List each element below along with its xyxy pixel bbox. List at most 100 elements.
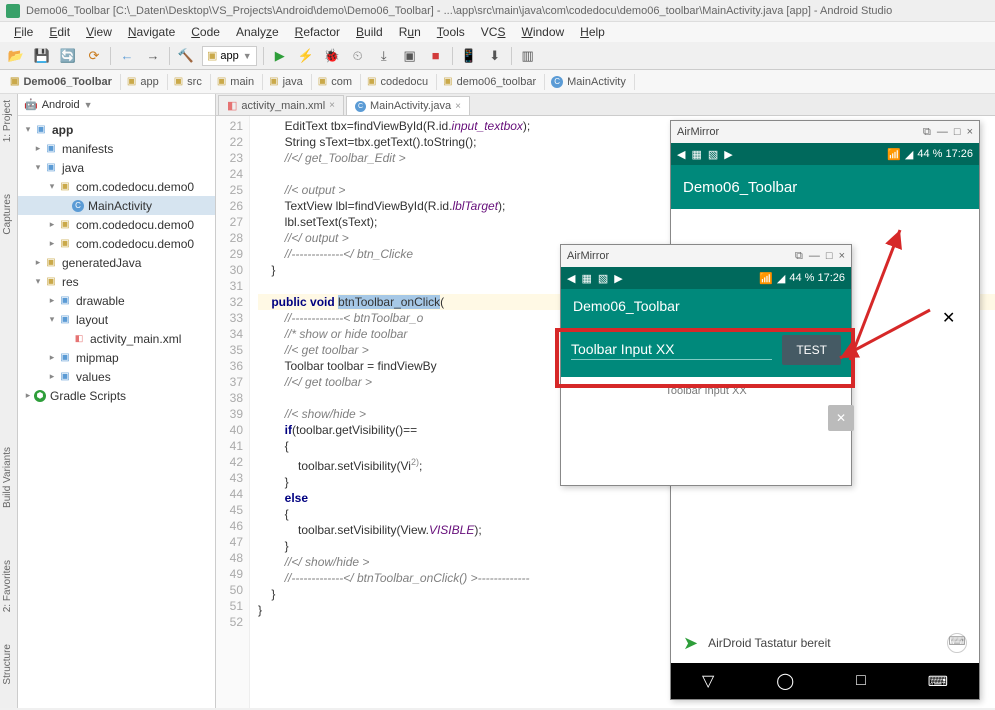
popout-icon[interactable]: ⧉ [923, 126, 931, 139]
run-config-combo[interactable]: ▣ app ▼ [202, 46, 257, 66]
nav-home-icon[interactable]: ◯ [776, 671, 794, 691]
tree-manifests[interactable]: ▸▣manifests [18, 139, 215, 158]
menu-view[interactable]: View [78, 23, 120, 41]
minimize-icon[interactable]: — [809, 250, 820, 263]
coverage-icon[interactable]: ▣ [400, 46, 420, 66]
run-icon[interactable]: ▶ [270, 46, 290, 66]
separator [511, 47, 512, 65]
airdroid-label: AirDroid Tastatur bereit [708, 636, 831, 650]
send-arrow-icon: ➤ [683, 633, 698, 654]
nav-recents-icon[interactable]: □ [856, 672, 866, 690]
save-icon[interactable]: 💾 [32, 46, 52, 66]
folder-icon: ▣ [58, 370, 72, 384]
tool-captures[interactable]: Captures [0, 188, 15, 241]
dropdown-arrow-icon: ▼ [243, 51, 252, 61]
tree-res[interactable]: ▾▣res [18, 272, 215, 291]
emulator-title: AirMirror [677, 126, 719, 138]
separator [169, 47, 170, 65]
emulator-titlebar[interactable]: AirMirror ⧉ — □ × [671, 121, 979, 143]
crumb-src[interactable]: ▣src [168, 74, 211, 90]
close-icon[interactable]: × [329, 100, 335, 111]
refresh-icon[interactable]: ⟳ [84, 46, 104, 66]
tree-gradle[interactable]: ▸⬢Gradle Scripts [18, 386, 215, 405]
play-icon: ▶ [614, 272, 622, 285]
menu-analyze[interactable]: Analyze [228, 23, 287, 41]
close-overlay-icon[interactable]: ✕ [942, 308, 955, 328]
tab-mainactivity[interactable]: CMainActivity.java× [346, 96, 470, 115]
crumb-codedocu[interactable]: ▣codedocu [361, 74, 437, 90]
tree-pkg2[interactable]: ▸▣com.codedocu.demo0 [18, 215, 215, 234]
crumb-class[interactable]: CMainActivity [545, 74, 635, 90]
crumb-main[interactable]: ▣main [211, 74, 263, 90]
menu-edit[interactable]: Edit [41, 23, 78, 41]
menu-help[interactable]: Help [572, 23, 613, 41]
back-icon[interactable]: ← [117, 46, 137, 66]
nav-back-icon[interactable]: ▽ [702, 671, 714, 691]
crumb-pkg[interactable]: ▣demo06_toolbar [437, 74, 545, 90]
tree-pkg1[interactable]: ▾▣com.codedocu.demo0 [18, 177, 215, 196]
layout-inspector-icon[interactable]: ▥ [518, 46, 538, 66]
sdk-manager-icon[interactable]: ⬇ [485, 46, 505, 66]
tab-activity-main[interactable]: ◧activity_main.xml× [218, 95, 344, 115]
tree-mipmap[interactable]: ▸▣mipmap [18, 348, 215, 367]
close-icon[interactable]: × [455, 101, 461, 112]
menu-run[interactable]: Run [391, 23, 429, 41]
emulator-titlebar[interactable]: AirMirror ⧉ — □ × [561, 245, 851, 267]
nav-keyboard-icon[interactable]: ⌨ [928, 673, 948, 690]
maximize-icon[interactable]: □ [826, 250, 833, 263]
menu-file[interactable]: File [6, 23, 41, 41]
close-icon[interactable]: × [839, 250, 845, 263]
minimize-icon[interactable]: — [937, 126, 948, 139]
build-icon[interactable]: 🔨 [176, 46, 196, 66]
airdroid-banner[interactable]: ➤ AirDroid Tastatur bereit ⌨ [671, 623, 979, 663]
tree-java[interactable]: ▾▣java [18, 158, 215, 177]
attach-debugger-icon[interactable]: ⤓ [374, 46, 394, 66]
crumb-java[interactable]: ▣java [263, 74, 312, 90]
open-icon[interactable]: 📂 [6, 46, 26, 66]
tree-layout[interactable]: ▾▣layout [18, 310, 215, 329]
tree-mainactivity[interactable]: CMainActivity [18, 196, 215, 215]
test-button[interactable]: TEST [782, 335, 841, 365]
tree-genjava[interactable]: ▸▣generatedJava [18, 253, 215, 272]
tool-structure[interactable]: Structure [0, 638, 15, 691]
forward-icon[interactable]: → [143, 46, 163, 66]
folder-icon: ▣ [44, 161, 58, 175]
popout-icon[interactable]: ⧉ [795, 250, 803, 263]
folder-icon: ▣ [217, 76, 226, 87]
tool-build-variants[interactable]: Build Variants [0, 441, 15, 514]
keyboard-icon[interactable]: ⌨ [947, 633, 967, 653]
tree-pkg3[interactable]: ▸▣com.codedocu.demo0 [18, 234, 215, 253]
apply-changes-icon[interactable]: ⚡ [296, 46, 316, 66]
project-header[interactable]: 🤖 Android ▼ [18, 94, 215, 116]
close-icon[interactable]: × [967, 126, 973, 139]
stop-icon[interactable]: ■ [426, 46, 446, 66]
app-title-label: Demo06_Toolbar [573, 298, 680, 314]
sync-icon[interactable]: 🔄 [58, 46, 78, 66]
device-appbar: Demo06_Toolbar [561, 289, 851, 323]
tree-activity-main[interactable]: ◧activity_main.xml [18, 329, 215, 348]
tree-values[interactable]: ▸▣values [18, 367, 215, 386]
crumb-app[interactable]: ▣app [121, 74, 168, 90]
menu-navigate[interactable]: Navigate [120, 23, 183, 41]
profile-icon[interactable]: ⏲ [348, 46, 368, 66]
maximize-icon[interactable]: □ [954, 126, 961, 139]
tree-app[interactable]: ▾▣app [18, 120, 215, 139]
crumb-project[interactable]: ▣Demo06_Toolbar [4, 74, 121, 90]
crumb-com[interactable]: ▣com [312, 74, 361, 90]
menu-window[interactable]: Window [513, 23, 572, 41]
debug-icon[interactable]: 🐞 [322, 46, 342, 66]
tree-drawable[interactable]: ▸▣drawable [18, 291, 215, 310]
avd-manager-icon[interactable]: 📱 [459, 46, 479, 66]
menu-refactor[interactable]: Refactor [287, 23, 348, 41]
menu-tools[interactable]: Tools [429, 23, 473, 41]
tool-favorites[interactable]: 2: Favorites [0, 554, 15, 618]
tool-project[interactable]: 1: Project [0, 94, 15, 148]
menu-vcs[interactable]: VCS [473, 23, 514, 41]
close-overlay-icon[interactable]: ✕ [828, 405, 854, 431]
run-config-label: app [220, 50, 238, 62]
folder-icon: ▣ [127, 76, 136, 87]
menu-code[interactable]: Code [183, 23, 228, 41]
window-title: Demo06_Toolbar [C:\_Daten\Desktop\VS_Pro… [26, 5, 892, 17]
toolbar-input-field[interactable]: Toolbar Input XX [571, 341, 772, 360]
menu-build[interactable]: Build [348, 23, 391, 41]
